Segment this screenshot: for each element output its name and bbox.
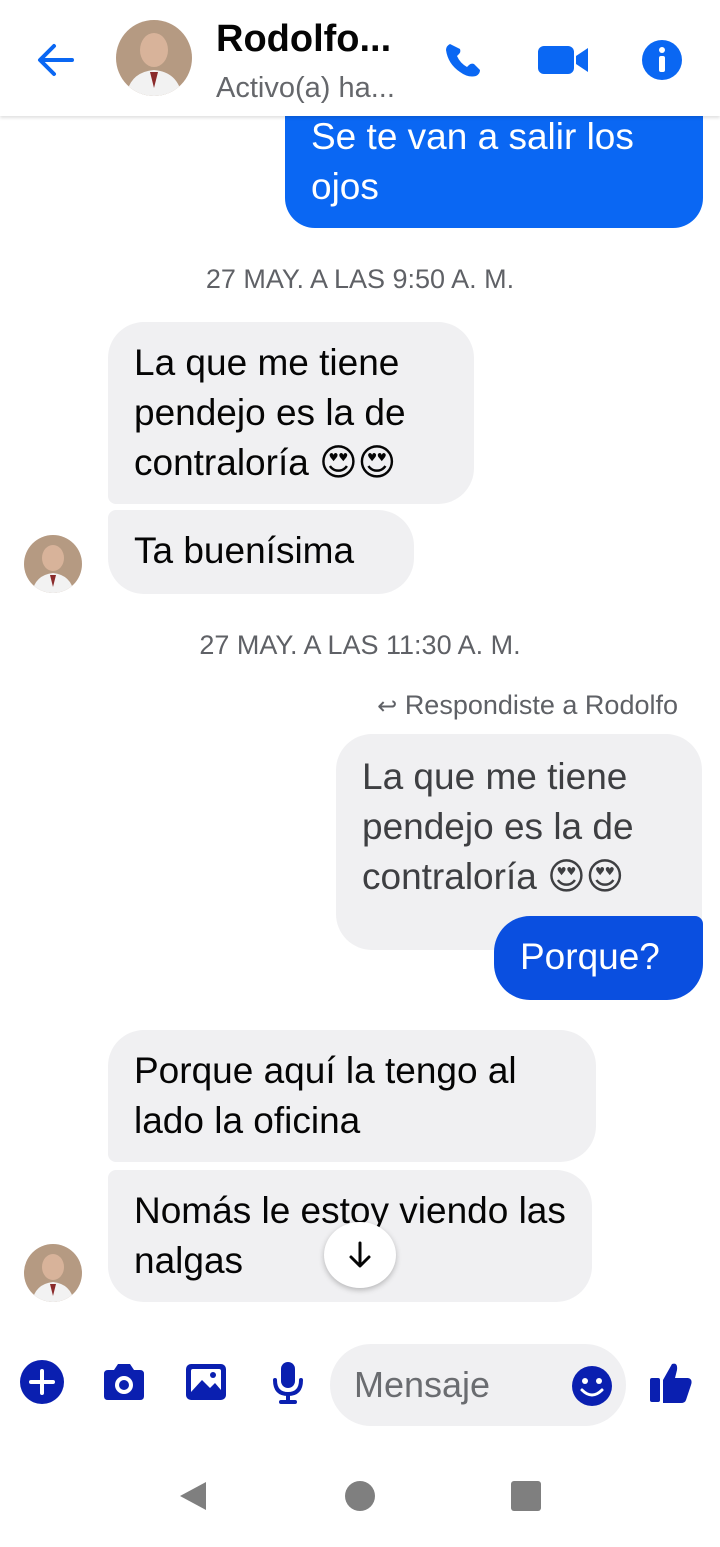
message-bubble-incoming[interactable]: La que me tiene pendejo es la de contral… — [108, 322, 474, 504]
camera-button[interactable] — [100, 1358, 148, 1406]
nav-back-icon — [180, 1482, 206, 1510]
sender-avatar — [24, 1244, 82, 1302]
emoji-icon — [572, 1366, 612, 1406]
video-camera-icon — [538, 46, 588, 74]
timestamp: 27 MAY. A LAS 9:50 A. M. — [205, 264, 515, 294]
plus-icon — [20, 1360, 64, 1404]
image-icon — [186, 1364, 226, 1400]
message-composer — [0, 1330, 720, 1440]
contact-name[interactable]: Rodolfo... — [216, 18, 391, 61]
nav-recents-icon — [511, 1481, 541, 1511]
phone-icon — [446, 44, 480, 77]
avatar-image — [116, 20, 192, 96]
video-call-button[interactable] — [536, 40, 592, 80]
message-bubble-outgoing[interactable]: Porque? — [494, 916, 703, 1000]
avatar-image — [24, 535, 82, 593]
timestamp: 27 MAY. A LAS 11:30 A. M. — [199, 630, 521, 660]
microphone-icon — [273, 1362, 303, 1404]
sender-avatar — [24, 535, 82, 593]
info-button[interactable] — [640, 38, 684, 82]
reply-indicator-label: Respondiste a Rodolfo — [404, 690, 678, 720]
reply-arrow-icon: ↩ — [377, 693, 398, 720]
conversation-header: Rodolfo... Activo(a) ha... — [0, 0, 720, 116]
voice-message-button[interactable] — [264, 1358, 312, 1406]
like-button[interactable] — [648, 1358, 694, 1406]
contact-avatar[interactable] — [116, 20, 192, 96]
gallery-button[interactable] — [182, 1358, 230, 1406]
reply-indicator: ↩ Respondiste a Rodolfo — [377, 690, 678, 721]
message-bubble-outgoing[interactable]: Se te van a salir los ojos — [285, 104, 703, 228]
more-actions-button[interactable] — [18, 1358, 66, 1406]
nav-back-button[interactable] — [174, 1478, 210, 1514]
system-navigation-bar — [0, 1440, 720, 1547]
arrow-down-icon — [349, 1241, 371, 1268]
nav-home-icon — [345, 1481, 375, 1511]
thumbs-up-icon — [650, 1363, 692, 1403]
back-arrow-icon — [38, 44, 74, 76]
emoji-button[interactable] — [570, 1364, 614, 1408]
scroll-to-bottom-button[interactable] — [324, 1222, 396, 1288]
nav-home-button[interactable] — [342, 1478, 378, 1514]
contact-status: Activo(a) ha... — [216, 72, 395, 104]
audio-call-button[interactable] — [438, 38, 486, 82]
back-button[interactable] — [32, 38, 80, 82]
message-bubble-incoming[interactable]: Porque aquí la tengo al lado la oficina — [108, 1030, 596, 1162]
nav-recents-button[interactable] — [508, 1478, 544, 1514]
camera-icon — [104, 1364, 144, 1400]
avatar-image — [24, 1244, 82, 1302]
info-icon — [642, 40, 682, 80]
message-bubble-incoming[interactable]: Ta buenísima — [108, 510, 414, 594]
